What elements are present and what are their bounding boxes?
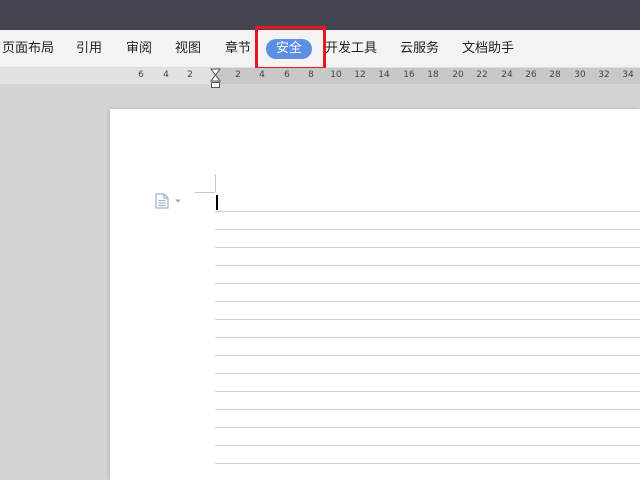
ruler-tick-label: 18 (427, 70, 439, 80)
document-line (215, 337, 640, 338)
document-line (215, 463, 640, 464)
ruler-tick-label: 28 (549, 70, 561, 80)
menu-references[interactable]: 引用 (76, 39, 102, 59)
ruler-tick-label: 14 (378, 70, 390, 80)
ruler-tick-label: 6 (284, 70, 290, 80)
margin-corner-mark (215, 174, 216, 192)
ruler-tick-label: 4 (163, 70, 169, 80)
ruler-tick-label: 12 (354, 70, 366, 80)
document-line (215, 355, 640, 356)
ruler-tick-label: 8 (308, 70, 314, 80)
menu-review[interactable]: 审阅 (126, 39, 152, 59)
document-icon[interactable] (155, 193, 169, 209)
document-line (215, 409, 640, 410)
document-line (215, 283, 640, 284)
ruler-tick-label: 6 (138, 70, 144, 80)
document-line (215, 319, 640, 320)
margin-corner-mark (195, 192, 215, 193)
ruler-tick-label: 20 (452, 70, 464, 80)
ruler-tick-label: 10 (330, 70, 342, 80)
document-line (215, 265, 640, 266)
ruler-tick-label: 26 (525, 70, 537, 80)
document-line (215, 247, 640, 248)
ruler-tick-label: 16 (403, 70, 415, 80)
ruler-tick-label: 4 (259, 70, 265, 80)
text-cursor (216, 195, 218, 210)
ruler-tick-label: 30 (574, 70, 586, 80)
menu-developer-tools[interactable]: 开发工具 (325, 39, 377, 59)
document-line (215, 445, 640, 446)
ruler-tick-label: 32 (598, 70, 610, 80)
small-triangle-down-icon[interactable] (174, 197, 182, 205)
document-line (215, 301, 640, 302)
document-line (215, 391, 640, 392)
ruler-tick-label: 22 (476, 70, 488, 80)
document-line (215, 211, 640, 212)
document-line (215, 229, 640, 230)
menu-document-assistant[interactable]: 文档助手 (462, 39, 514, 59)
ruler-tick-label: 2 (187, 70, 193, 80)
ruler-tick-label: 2 (235, 70, 241, 80)
menu-page-layout[interactable]: 页面布局 (2, 39, 54, 59)
document-page[interactable] (110, 109, 640, 480)
ruler-tick-label: 34 (622, 70, 634, 80)
menu-cloud-service[interactable]: 云服务 (400, 39, 439, 59)
document-line (215, 427, 640, 428)
menu-view[interactable]: 视图 (175, 39, 201, 59)
ruler-tick-label: 24 (501, 70, 513, 80)
document-line (215, 373, 640, 374)
indent-marker-icon[interactable] (210, 68, 221, 89)
menu-chapter[interactable]: 章节 (225, 39, 251, 59)
annotation-highlight-box (255, 26, 326, 70)
